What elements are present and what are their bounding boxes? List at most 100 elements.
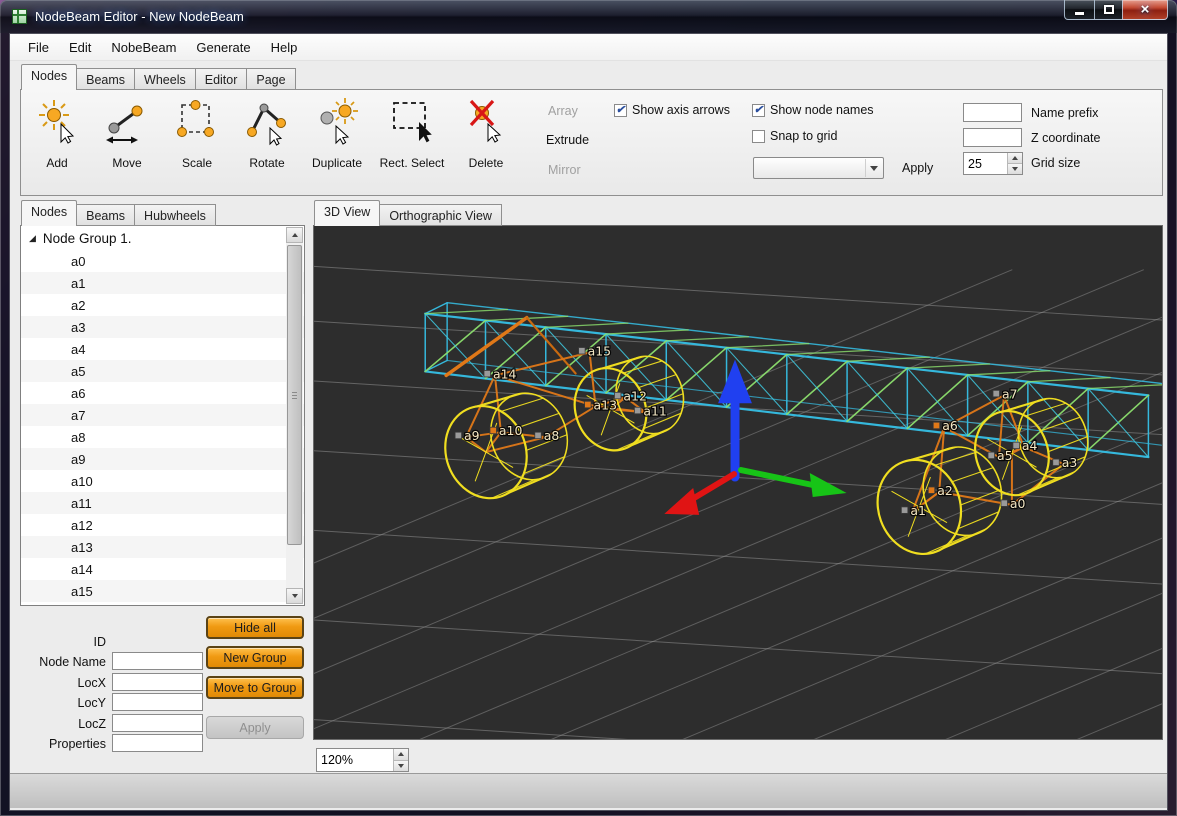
checkbox-label: Snap to grid	[770, 129, 838, 143]
minimize-button[interactable]	[1064, 0, 1094, 20]
tree-node-a2[interactable]: a2	[21, 294, 304, 316]
node-label: a11	[643, 403, 666, 418]
grid-size-input[interactable]	[964, 153, 1006, 174]
locy-input[interactable]	[112, 693, 203, 711]
tab-orthographic-view[interactable]: Orthographic View	[380, 204, 502, 226]
tree-node-a1[interactable]: a1	[21, 272, 304, 294]
list-scrollbar[interactable]	[286, 227, 303, 604]
titlebar[interactable]: NodeBeam Editor - New NodeBeam ×	[0, 0, 1177, 33]
tree-node-a12[interactable]: a12	[21, 514, 304, 536]
locx-input[interactable]	[112, 673, 203, 691]
tool-scale-button[interactable]: Scale	[164, 94, 230, 172]
hide-all-button[interactable]: Hide all	[206, 616, 304, 639]
z-coordinate-label: Z coordinate	[1031, 131, 1101, 145]
locy-label: LocY	[77, 696, 107, 710]
checkbox-show-axis-arrows[interactable]: ✔ Show axis arrows	[614, 103, 730, 117]
dropdown-arrow-button[interactable]	[865, 159, 882, 177]
chevron-up-icon	[291, 233, 298, 237]
checkbox-icon: ✔	[752, 103, 765, 117]
left-tab-nodes[interactable]: Nodes	[21, 200, 78, 226]
tree-node-a15[interactable]: a15	[21, 580, 304, 602]
tree-node-a6[interactable]: a6	[21, 382, 304, 404]
scroll-down-button[interactable]	[286, 588, 303, 604]
x-axis-arrow	[664, 487, 700, 515]
chevron-down-icon	[291, 594, 298, 598]
zoom-down-button[interactable]	[394, 759, 408, 771]
tree-node-a13[interactable]: a13	[21, 536, 304, 558]
spin-up-button[interactable]	[1008, 153, 1022, 163]
tree-node-a8[interactable]: a8	[21, 426, 304, 448]
properties-input[interactable]	[112, 734, 203, 752]
close-button[interactable]: ×	[1122, 0, 1168, 20]
node-marker	[932, 421, 941, 430]
menu-help[interactable]: Help	[261, 36, 308, 59]
scrollbar-thumb[interactable]	[287, 245, 302, 545]
zoom-up-button[interactable]	[394, 749, 408, 760]
tool-label: Move	[112, 156, 142, 170]
duplicate-nodes-icon	[320, 98, 358, 145]
tree-node-a5[interactable]: a5	[21, 360, 304, 382]
tool-duplicate-button[interactable]: Duplicate	[304, 94, 370, 172]
spin-down-button[interactable]	[1008, 163, 1022, 174]
maximize-button[interactable]	[1094, 0, 1122, 20]
node-label: a12	[623, 388, 646, 403]
operation-dropdown[interactable]	[753, 157, 884, 179]
menu-edit[interactable]: Edit	[59, 36, 101, 59]
tree-node-a3[interactable]: a3	[21, 316, 304, 338]
y-axis-arrow	[809, 473, 847, 497]
locz-input[interactable]	[112, 714, 203, 732]
node-labels: a0 a1 a2 a3 a4 a5 a6 a7 a8 a9 a10 a11a12 a13 a14 a15	[463, 342, 1079, 519]
tree-node-a10[interactable]: a10	[21, 470, 304, 492]
toolbar: Add Move Scale Rotate Duplicate Rect. Se…	[20, 89, 1163, 196]
tool-rotate-button[interactable]: Rotate	[234, 94, 300, 172]
menu-generate[interactable]: Generate	[186, 36, 260, 59]
node-marker	[534, 431, 542, 440]
expander-icon[interactable]: ◢	[29, 233, 36, 244]
op-mirror-button: Mirror	[548, 163, 581, 177]
tree-node-a9[interactable]: a9	[21, 448, 304, 470]
checkbox-snap-to-grid[interactable]: Snap to grid	[752, 129, 837, 143]
tree-node-a11[interactable]: a11	[21, 492, 304, 514]
rect-select-icon	[393, 102, 432, 143]
tree-node-a7[interactable]: a7	[21, 404, 304, 426]
tree-node-a14[interactable]: a14	[21, 558, 304, 580]
zoom-input[interactable]	[317, 749, 392, 771]
new-group-button[interactable]: New Group	[206, 646, 304, 669]
tool-label: Rotate	[249, 156, 285, 170]
toolbar-apply-button[interactable]: Apply	[902, 161, 933, 175]
left-tab-beams[interactable]: Beams	[77, 204, 136, 226]
menu-file[interactable]: File	[18, 36, 59, 59]
ribbon-tab-wheels[interactable]: Wheels	[135, 68, 196, 90]
app-window: NodeBeam Editor - New NodeBeam × File Ed…	[0, 0, 1177, 816]
tool-label: Rect. Select	[379, 156, 445, 170]
ribbon-tab-page[interactable]: Page	[247, 68, 296, 90]
checkbox-show-node-names[interactable]: ✔ Show node names	[752, 103, 874, 117]
ribbon-tab-bar: Nodes Beams Wheels Editor Page	[21, 64, 296, 90]
node-label: a5	[997, 448, 1013, 463]
menu-nobebeam[interactable]: NobeBeam	[101, 36, 186, 59]
zoom-spinner[interactable]	[316, 748, 409, 772]
node-tree-list[interactable]: ◢ Node Group 1. a0 a1 a2 a3 a4 a5 a6 a7 …	[20, 225, 305, 606]
tree-group-header[interactable]: ◢ Node Group 1.	[21, 226, 304, 250]
scroll-up-button[interactable]	[286, 227, 303, 243]
tab-3d-view[interactable]: 3D View	[314, 200, 381, 226]
tree-node-a0[interactable]: a0	[21, 250, 304, 272]
ribbon-tab-nodes[interactable]: Nodes	[21, 64, 78, 90]
3d-viewport[interactable]: a0 a1 a2 a3 a4 a5 a6 a7 a8 a9 a10 a11a12 a13 a14 a15	[314, 226, 1162, 739]
tool-move-button[interactable]: Move	[94, 94, 160, 172]
ribbon-tab-beams[interactable]: Beams	[77, 68, 136, 90]
tool-add-button[interactable]: Add	[24, 94, 90, 172]
grid-size-spinner[interactable]	[963, 152, 1023, 175]
node-marker	[489, 426, 497, 435]
tree-node-a4[interactable]: a4	[21, 338, 304, 360]
z-coordinate-input[interactable]	[963, 128, 1022, 147]
left-tab-hubwheels[interactable]: Hubwheels	[135, 204, 216, 226]
tool-rect-select-button[interactable]: Rect. Select	[374, 94, 450, 172]
node-marker	[900, 506, 909, 514]
tool-delete-button[interactable]: Delete	[453, 94, 519, 172]
name-prefix-input[interactable]	[963, 103, 1022, 122]
node-name-input[interactable]	[112, 652, 203, 670]
op-extrude-button[interactable]: Extrude	[546, 133, 589, 147]
move-to-group-button[interactable]: Move to Group	[206, 676, 304, 699]
ribbon-tab-editor[interactable]: Editor	[195, 68, 248, 90]
